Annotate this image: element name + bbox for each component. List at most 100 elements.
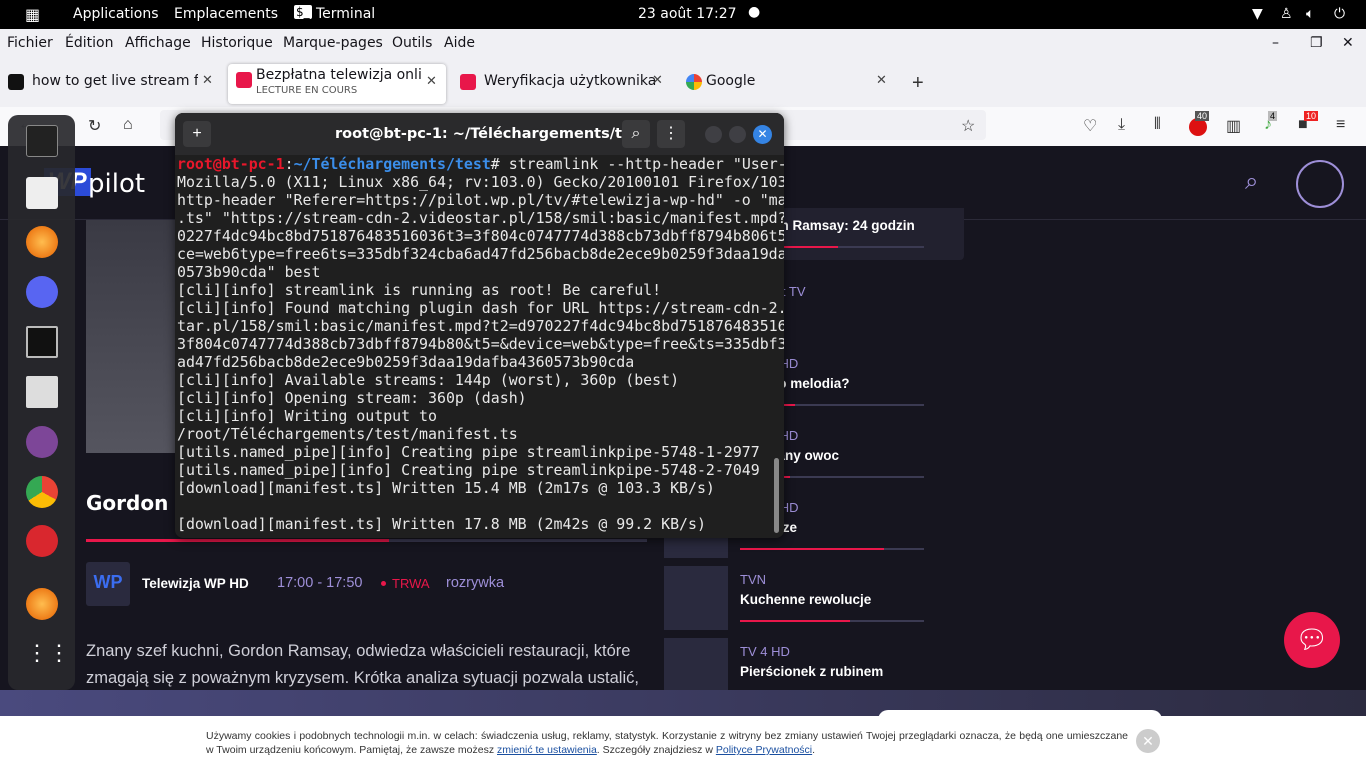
tab-google[interactable]: Google ✕ (678, 63, 900, 101)
close-cookie-button[interactable]: ✕ (1136, 729, 1160, 753)
privacy-policy-link[interactable]: Polityce Prywatności (716, 744, 812, 756)
close-tab-icon[interactable]: ✕ (652, 73, 663, 88)
tor-app-icon[interactable] (26, 426, 58, 458)
app-menu-button[interactable]: ≡ (1336, 116, 1345, 134)
dock: ⋮⋮ (8, 115, 75, 690)
maximize-button[interactable]: ❐ (1310, 35, 1323, 51)
close-tab-icon[interactable]: ✕ (202, 73, 213, 88)
tab-stackoverflow[interactable]: how to get live stream fro ✕ (0, 63, 222, 101)
power-icon[interactable]: ⏻ (1334, 6, 1345, 22)
terminal-title: root@bt-pc-1: ~/Téléchargements/test (335, 126, 648, 142)
site-logo[interactable]: pilot (88, 169, 145, 199)
downloads-icon[interactable]: ⤓ (1118, 116, 1125, 134)
tab-title: Bezpłatna telewizja online (256, 67, 422, 83)
program-genre[interactable]: rozrywka (446, 575, 504, 591)
wifi-icon[interactable]: ▼ (1252, 6, 1263, 22)
menu-fichier[interactable]: Fichier (7, 35, 53, 51)
close-tab-icon[interactable]: ✕ (426, 74, 437, 89)
terminal-app-menu[interactable]: Terminal (316, 6, 375, 22)
new-tab-button[interactable]: + (912, 72, 924, 95)
terminal-minimize-button[interactable] (705, 126, 722, 143)
terminal-header[interactable]: + root@bt-pc-1: ~/Téléchargements/test ⌕… (175, 113, 784, 155)
activities-grid-icon[interactable]: ▦ (25, 5, 40, 24)
terminal-window[interactable]: + root@bt-pc-1: ~/Téléchargements/test ⌕… (175, 113, 784, 538)
menu-historique[interactable]: Historique (201, 35, 273, 51)
video-player[interactable] (86, 220, 186, 453)
volume-icon[interactable]: 🔈︎ (1306, 6, 1314, 22)
program-status: TRWA (392, 576, 430, 591)
live-dot-icon (381, 581, 386, 586)
search-icon[interactable]: ⌕ (1245, 168, 1258, 196)
chrome-app-icon[interactable] (26, 476, 58, 508)
close-tab-icon[interactable]: ✕ (876, 73, 887, 88)
channel-list-item[interactable]: TVN Kuchenne rewolucje (664, 566, 964, 630)
terminal-close-button[interactable]: ✕ (753, 125, 772, 144)
firefox-dev-app-icon[interactable] (26, 588, 58, 620)
bookmark-star-icon[interactable]: ☆ (961, 116, 975, 136)
new-tab-icon[interactable]: + (183, 121, 211, 147)
terminal-output[interactable]: root@bt-pc-1:~/Téléchargements/test# str… (177, 155, 784, 533)
channel-program-title: Kuchenne rewolucje (740, 592, 872, 607)
terminal-search-button[interactable]: ⌕ (622, 120, 650, 148)
chat-button[interactable]: 💬︎ (1284, 612, 1340, 668)
menu-aide[interactable]: Aide (444, 35, 475, 51)
terminal-app-icon: $_ (294, 5, 312, 19)
home-button[interactable]: ⌂ (123, 116, 133, 134)
accessibility-icon[interactable]: ♙ (1280, 6, 1293, 22)
adblock-badge: 40 (1195, 111, 1210, 121)
mega-app-icon[interactable] (26, 525, 58, 557)
tab-favicon-icon (8, 74, 24, 90)
discord-app-icon[interactable] (26, 276, 58, 308)
minimize-button[interactable]: – (1272, 35, 1279, 51)
library-icon[interactable]: ⫴ (1154, 116, 1161, 134)
tab-title: Weryfikacja użytkownika (484, 73, 657, 89)
tab-title: Google (706, 73, 756, 89)
files-app-icon[interactable] (26, 177, 58, 209)
cookie-notice: Używamy cookies i podobnych technologii … (0, 716, 1366, 768)
prompt-user: root@bt-pc-1 (177, 155, 285, 173)
menu-affichage[interactable]: Affichage (125, 35, 191, 51)
show-apps-icon[interactable]: ⋮⋮ (26, 640, 70, 672)
program-channel[interactable]: Telewizja WP HD (142, 576, 249, 591)
terminal-app-icon[interactable] (26, 125, 58, 157)
user-avatar[interactable] (1296, 160, 1344, 208)
sidebar-icon[interactable]: ▥ (1226, 116, 1241, 136)
tab-bar: how to get live stream fro ✕ Bezpłatna t… (0, 59, 1366, 107)
channel-program-title: Pierścionek z rubinem (740, 664, 884, 679)
system-monitor-app-icon[interactable] (26, 326, 58, 358)
menu-edition[interactable]: Édition (65, 35, 113, 51)
tab-weryfikacja[interactable]: Weryfikacja użytkownika ✕ (452, 63, 674, 101)
clock[interactable]: 23 août 17:27 (638, 6, 737, 22)
cookie-text: . Szczegóły znajdziesz w (596, 744, 716, 756)
channel-logo: WP (86, 562, 130, 606)
terminal-scrollbar[interactable] (774, 458, 779, 533)
program-progress-fill (86, 539, 389, 542)
prompt-sep: : (284, 155, 294, 173)
google-favicon-icon (686, 74, 702, 90)
terminal-menu-button[interactable]: ⋮ (657, 120, 685, 148)
channel-name: TV 4 HD (740, 644, 790, 659)
places-menu[interactable]: Emplacements (174, 6, 278, 22)
prompt-path: ~/Téléchargements/test (293, 155, 491, 173)
pocket-icon[interactable]: ♡ (1083, 116, 1097, 136)
tab-pilot[interactable]: Bezpłatna telewizja online LECTURE EN CO… (228, 64, 446, 104)
promo-banner[interactable] (0, 690, 1366, 730)
antenna-app-icon[interactable] (26, 376, 58, 408)
menu-bar: Fichier Édition Affichage Historique Mar… (0, 29, 1366, 59)
system-top-bar: ▦ Applications Emplacements $_ Terminal … (0, 0, 1366, 29)
menu-outils[interactable]: Outils (392, 35, 432, 51)
terminal-command: # streamlink --http-header "User-Agent= … (177, 155, 784, 281)
program-progress (86, 539, 647, 542)
notification-dot-icon: ● (748, 4, 761, 20)
tab-title: how to get live stream fro (32, 73, 198, 89)
channel-name: TVN (740, 572, 766, 587)
firefox-app-icon[interactable] (26, 226, 58, 258)
terminal-maximize-button[interactable] (729, 126, 746, 143)
menu-marque-pages[interactable]: Marque-pages (283, 35, 383, 51)
reload-button[interactable]: ↻ (88, 116, 101, 136)
channel-progress-fill (740, 620, 851, 622)
applications-menu[interactable]: Applications (73, 6, 159, 22)
close-window-button[interactable]: ✕ (1342, 35, 1354, 51)
channel-progress (740, 620, 924, 622)
change-settings-link[interactable]: zmienić te ustawienia (497, 744, 597, 756)
